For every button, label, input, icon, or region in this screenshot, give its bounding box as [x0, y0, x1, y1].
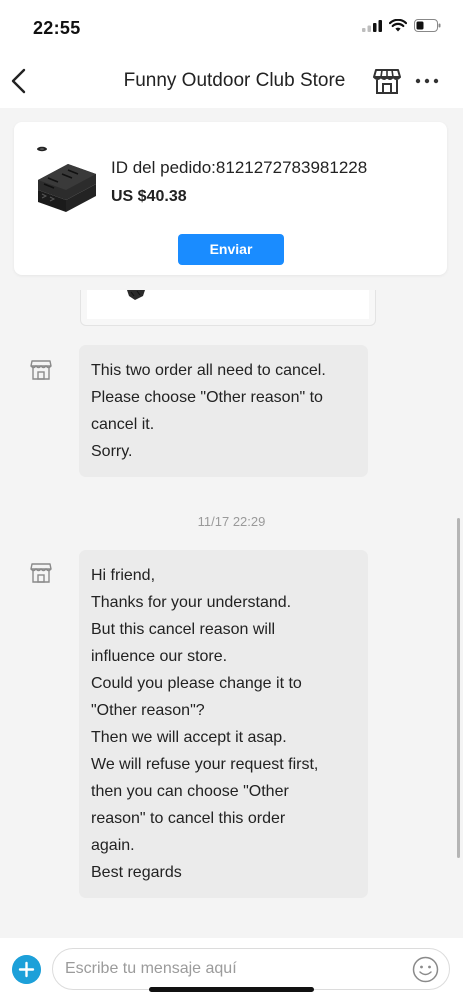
store-icon: [30, 563, 52, 583]
message-text: Thanks for your understand.: [91, 594, 292, 611]
message-text: But this cancel reason will: [91, 621, 276, 638]
store-icon[interactable]: [372, 66, 402, 96]
message-text: cancel it.: [91, 416, 155, 433]
battery-icon: [414, 19, 441, 32]
message-text: Then we will accept it asap.: [91, 729, 287, 746]
message-input[interactable]: [52, 948, 450, 990]
message-text: Best regards: [91, 864, 182, 881]
message-bubble[interactable]: Hi friend, Thanks for your understand. B…: [79, 550, 368, 898]
product-image: [127, 290, 145, 300]
plus-icon[interactable]: [12, 955, 41, 984]
emoji-icon[interactable]: [412, 956, 439, 983]
more-dots-icon[interactable]: [414, 74, 440, 88]
message-text: Please choose "Other reason" to: [91, 389, 323, 406]
message-text: "Other reason"?: [91, 702, 205, 719]
previous-product-card-body: [87, 290, 369, 319]
message-timestamp: 11/17 22:29: [197, 514, 266, 529]
signal-icon: [362, 19, 382, 32]
scrollbar[interactable]: [457, 518, 460, 858]
message-text: Sorry.: [91, 443, 133, 460]
home-indicator[interactable]: [149, 987, 314, 992]
wifi-icon: [389, 19, 407, 32]
status-bar: 22:55: [0, 0, 463, 54]
message-text: Could you please change it to: [91, 675, 302, 692]
message-bubble[interactable]: This two order all need to cancel. Pleas…: [79, 345, 368, 477]
store-icon: [30, 360, 52, 380]
message-text: again.: [91, 837, 135, 854]
order-price: US $40.38: [111, 188, 187, 205]
order-card: ID del pedido:8121272783981228 US $40.38…: [14, 122, 447, 275]
product-thumbnail[interactable]: [34, 144, 112, 222]
order-id: ID del pedido:8121272783981228: [111, 158, 368, 177]
message-text: then you can choose "Other: [91, 783, 289, 800]
status-icons: [362, 19, 441, 32]
send-order-button[interactable]: Enviar: [178, 234, 284, 265]
message-text: This two order all need to cancel.: [91, 362, 326, 379]
message-text: We will refuse your request first,: [91, 756, 319, 773]
message-text: Hi friend,: [91, 567, 156, 584]
message-text: reason" to cancel this order: [91, 810, 286, 827]
status-time: 22:55: [33, 18, 81, 38]
chat-area[interactable]: ID del pedido:8121272783981228 US $40.38…: [0, 108, 463, 938]
message-text: influence our store.: [91, 648, 228, 665]
chat-header: Funny Outdoor Club Store: [0, 54, 463, 108]
previous-product-card[interactable]: [80, 290, 376, 326]
